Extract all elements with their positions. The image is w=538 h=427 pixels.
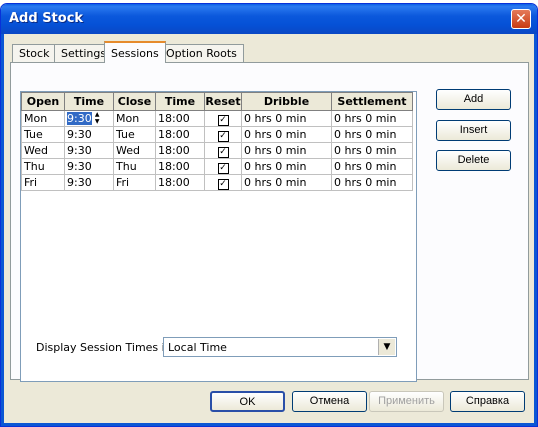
dialog-title: Add Stock bbox=[9, 11, 84, 26]
open-day-cell[interactable]: Thu bbox=[21, 158, 65, 175]
reset-checkbox[interactable]: ✓ bbox=[217, 114, 229, 126]
close-day-cell[interactable]: Mon bbox=[113, 110, 156, 127]
settlement-cell[interactable]: 0 hrs 0 min bbox=[331, 142, 413, 159]
open-day-cell[interactable]: Mon bbox=[21, 110, 65, 127]
dribble-cell[interactable]: 0 hrs 0 min bbox=[241, 158, 332, 175]
reset-checkbox[interactable]: ✓ bbox=[217, 178, 229, 190]
table-row[interactable]: Fri 9:30 Fri 18:00 ✓ 0 hrs 0 min 0 hrs 0 min bbox=[21, 174, 413, 191]
header-open[interactable]: Open bbox=[21, 92, 65, 111]
window-frame-right bbox=[534, 34, 537, 426]
settlement-cell[interactable]: 0 hrs 0 min bbox=[331, 110, 413, 127]
close-time-cell[interactable]: 18:00 bbox=[155, 126, 205, 143]
header-reset[interactable]: Reset bbox=[204, 92, 242, 111]
close-time-cell[interactable]: 18:00 bbox=[155, 174, 205, 191]
settlement-cell[interactable]: 0 hrs 0 min bbox=[331, 158, 413, 175]
close-time-cell[interactable]: 18:00 bbox=[155, 158, 205, 175]
header-close[interactable]: Close bbox=[113, 92, 156, 111]
tab-option-roots[interactable]: Option Roots bbox=[159, 44, 244, 62]
reset-cell[interactable]: ✓ bbox=[204, 110, 242, 127]
dribble-cell[interactable]: 0 hrs 0 min bbox=[241, 110, 332, 127]
table-row[interactable]: Thu 9:30 Thu 18:00 ✓ 0 hrs 0 min 0 hrs 0 min bbox=[21, 158, 413, 175]
close-day-cell[interactable]: Wed bbox=[113, 142, 156, 159]
reset-cell[interactable]: ✓ bbox=[204, 126, 242, 143]
header-close-time[interactable]: Time bbox=[155, 92, 205, 111]
header-open-time[interactable]: Time bbox=[64, 92, 114, 111]
reset-checkbox[interactable]: ✓ bbox=[217, 130, 229, 142]
sessions-table: Open Time Close Time Reset Dribble Settl… bbox=[21, 92, 413, 191]
dribble-cell[interactable]: 0 hrs 0 min bbox=[241, 142, 332, 159]
open-time-cell[interactable]: 9:30 bbox=[64, 174, 114, 191]
open-time-editor[interactable]: 9:30 bbox=[67, 111, 92, 125]
chevron-down-icon[interactable]: ▼ bbox=[378, 339, 395, 355]
add-button[interactable]: Add bbox=[436, 89, 511, 110]
settlement-cell[interactable]: 0 hrs 0 min bbox=[331, 126, 413, 143]
close-time-cell[interactable]: 18:00 bbox=[155, 142, 205, 159]
open-time-cell[interactable]: 9:30 bbox=[64, 142, 114, 159]
close-icon[interactable]: ✕ bbox=[511, 9, 531, 29]
apply-button[interactable]: Применить bbox=[369, 391, 444, 412]
grid-header-row: Open Time Close Time Reset Dribble Settl… bbox=[21, 92, 413, 111]
delete-button[interactable]: Delete bbox=[436, 150, 511, 171]
display-session-times-value: Local Time bbox=[168, 341, 227, 354]
dribble-cell[interactable]: 0 hrs 0 min bbox=[241, 126, 332, 143]
reset-checkbox[interactable]: ✓ bbox=[217, 146, 229, 158]
settlement-cell[interactable]: 0 hrs 0 min bbox=[331, 174, 413, 191]
open-day-cell[interactable]: Wed bbox=[21, 142, 65, 159]
open-time-cell[interactable]: 9:30 bbox=[64, 126, 114, 143]
open-day-cell[interactable]: Fri bbox=[21, 174, 65, 191]
open-day-cell[interactable]: Tue bbox=[21, 126, 65, 143]
window-frame-left bbox=[1, 34, 4, 426]
header-dribble[interactable]: Dribble bbox=[241, 92, 332, 111]
help-button[interactable]: Справка bbox=[450, 391, 525, 412]
open-time-cell[interactable]: 9:30 ▲ ▼ bbox=[64, 110, 114, 127]
table-row[interactable]: Tue 9:30 Tue 18:00 ✓ 0 hrs 0 min 0 hrs 0 min bbox=[21, 126, 413, 143]
close-day-cell[interactable]: Thu bbox=[113, 158, 156, 175]
table-row[interactable]: Mon 9:30 ▲ ▼ Mon 18:00 ✓ 0 hrs 0 min 0 hrs 0 min bbox=[21, 110, 413, 127]
close-time-cell[interactable]: 18:00 bbox=[155, 110, 205, 127]
reset-cell[interactable]: ✓ bbox=[204, 142, 242, 159]
cancel-button[interactable]: Отмена bbox=[292, 391, 367, 412]
spin-down-icon[interactable]: ▼ bbox=[93, 119, 102, 125]
table-row[interactable]: Wed 9:30 Wed 18:00 ✓ 0 hrs 0 min 0 hrs 0 min bbox=[21, 142, 413, 159]
insert-button[interactable]: Insert bbox=[436, 120, 511, 141]
ok-button[interactable]: OK bbox=[210, 391, 285, 412]
tab-stock[interactable]: Stock bbox=[12, 44, 57, 62]
display-session-times-label: Display Session Times in: bbox=[36, 341, 176, 354]
header-settlement[interactable]: Settlement bbox=[331, 92, 413, 111]
time-spinner[interactable]: ▲ ▼ bbox=[93, 112, 102, 125]
reset-cell[interactable]: ✓ bbox=[204, 158, 242, 175]
title-bar[interactable]: Add Stock ✕ bbox=[1, 4, 537, 34]
open-time-cell[interactable]: 9:30 bbox=[64, 158, 114, 175]
reset-checkbox[interactable]: ✓ bbox=[217, 162, 229, 174]
tab-sessions[interactable]: Sessions bbox=[104, 41, 166, 63]
display-session-times-select[interactable]: Local Time ▼ bbox=[163, 337, 397, 357]
dribble-cell[interactable]: 0 hrs 0 min bbox=[241, 174, 332, 191]
reset-cell[interactable]: ✓ bbox=[204, 174, 242, 191]
close-day-cell[interactable]: Tue bbox=[113, 126, 156, 143]
close-day-cell[interactable]: Fri bbox=[113, 174, 156, 191]
